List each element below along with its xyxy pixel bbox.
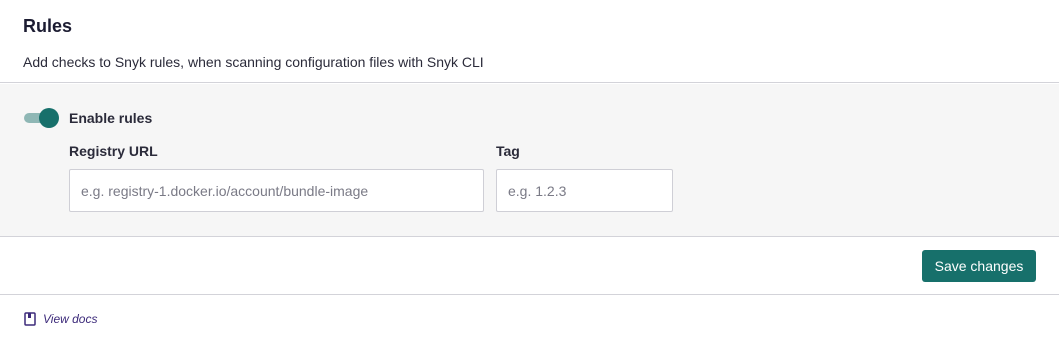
view-docs-label: View docs xyxy=(43,312,98,326)
form-actions-bar: Save changes xyxy=(0,238,1059,295)
rules-settings-page: Rules Add checks to Snyk rules, when sca… xyxy=(0,0,1059,345)
rules-header: Rules Add checks to Snyk rules, when sca… xyxy=(0,0,1059,83)
page-description: Add checks to Snyk rules, when scanning … xyxy=(23,54,484,70)
tag-input[interactable] xyxy=(496,169,673,212)
registry-url-label: Registry URL xyxy=(69,143,158,159)
toggle-knob xyxy=(39,108,59,128)
page-title: Rules xyxy=(23,16,73,36)
enable-rules-row: Enable rules xyxy=(23,108,152,128)
book-icon xyxy=(24,312,36,326)
enable-rules-toggle[interactable] xyxy=(23,108,59,128)
view-docs-link[interactable]: View docs xyxy=(24,312,97,326)
registry-url-input[interactable] xyxy=(69,169,484,212)
enable-rules-label: Enable rules xyxy=(69,110,153,126)
rules-form-panel: Enable rules Registry URL Tag xyxy=(0,84,1059,237)
save-changes-button[interactable]: Save changes xyxy=(922,250,1036,282)
tag-label: Tag xyxy=(496,143,520,159)
